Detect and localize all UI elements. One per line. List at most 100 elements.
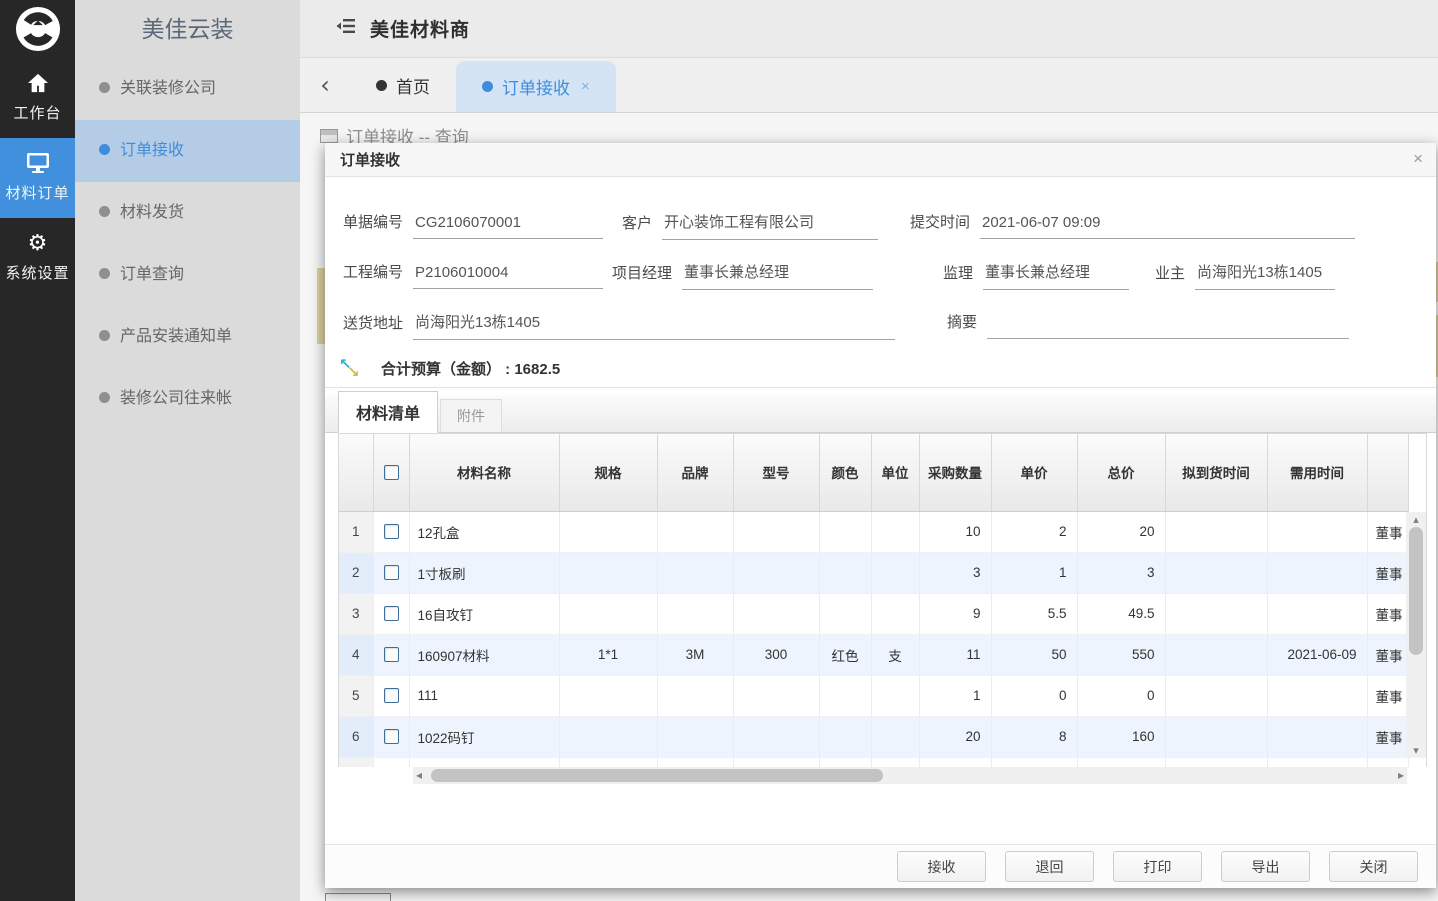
table-row[interactable]: 112孔盒10220董事 [339,511,1408,552]
budget-value: 1682.5 [514,361,560,378]
horizontal-scrollbar[interactable]: ◂ ▸ [413,767,1407,784]
rail-item-settings[interactable]: ⚙ 系统设置 [0,218,75,298]
cell-check [373,716,409,757]
table-header-row: 材料名称规格品牌型号颜色单位采购数量单价总价拟到货时间需用时间 [339,434,1408,511]
cell-name: 12孔盒 [409,511,559,552]
row-checkbox[interactable] [384,565,399,580]
sidebar-item-linked-companies[interactable]: 关联装修公司 [75,58,300,120]
cell-qty: 10 [919,511,991,552]
sidebar-item-company-account[interactable]: 装修公司往来帐 [75,368,300,430]
cell-price: 2 [991,511,1077,552]
header-name: 材料名称 [409,434,559,511]
cell-name: 16自攻钉 [409,593,559,634]
header-applicant [1367,434,1408,511]
cell-model [733,593,819,634]
close-button[interactable]: 关闭 [1329,851,1418,882]
tab-home[interactable]: 首页 [350,58,456,112]
cell-need [1267,552,1367,593]
header-need: 需用时间 [1267,434,1367,511]
summary-input[interactable] [987,331,1349,339]
scroll-left-icon[interactable]: ◂ [416,768,422,783]
rail-item-material-order[interactable]: 材料订单 [0,138,75,218]
rail-item-workbench[interactable]: 工作台 [0,58,75,138]
bullet-icon [99,206,110,217]
scroll-right-icon[interactable]: ▸ [1398,768,1404,783]
header-check [373,434,409,511]
header-brand: 品牌 [657,434,733,511]
tab-close-icon[interactable]: × [581,78,590,95]
customer-input[interactable]: 开心装饰工程有限公司 [662,211,878,240]
table-row[interactable]: 61022码钉208160董事 [339,716,1408,757]
cell-price: 50 [991,634,1077,675]
cell-unit [871,511,919,552]
export-button[interactable]: 导出 [1221,851,1310,882]
pm-input[interactable]: 董事长兼总经理 [682,261,873,290]
tab-material-list[interactable]: 材料清单 [338,391,438,433]
bullet-icon [99,392,110,403]
horizontal-scroll-thumb[interactable] [431,769,883,782]
tab-attachments[interactable]: 附件 [440,399,502,432]
cell-need [1267,716,1367,757]
field-pm: 项目经理 董事长兼总经理 [608,261,873,290]
return-button[interactable]: 退回 [1005,851,1094,882]
select-all-checkbox[interactable] [384,465,399,480]
cell-arrive [1165,757,1267,767]
sidebar-item-order-query[interactable]: 订单查询 [75,244,300,306]
print-button[interactable]: 打印 [1113,851,1202,882]
sidebar-item-material-ship[interactable]: 材料发货 [75,182,300,244]
table-row[interactable]: 4160907材料1*13M300红色支11505502021-06-09董事 [339,634,1408,675]
cell-color [819,593,871,634]
cell-check [373,511,409,552]
tab-order-receive[interactable]: 订单接收 × [456,61,616,112]
menu-fold-icon[interactable] [336,18,356,39]
cell-arrive [1165,634,1267,675]
supervisor-input[interactable]: 董事长兼总经理 [983,261,1129,290]
cell-arrive [1165,716,1267,757]
vertical-scrollbar[interactable]: ▴ ▾ [1406,512,1426,758]
cell-spec [559,716,657,757]
project-no-input[interactable]: P2106010004 [413,264,603,289]
submit-time-input[interactable]: 2021-06-07 09:09 [980,214,1355,239]
bullet-icon [99,330,110,341]
scroll-down-icon[interactable]: ▾ [1406,744,1426,757]
app-title: 美佳材料商 [370,15,470,42]
receive-button[interactable]: 接收 [897,851,986,882]
row-checkbox[interactable] [384,688,399,703]
background-partial-box [325,893,391,901]
expand-arrows-icon[interactable]: ↖ ↘ [339,357,363,379]
window-icon [320,129,338,143]
field-customer: 客户 开心装饰工程有限公司 [617,211,878,240]
budget-label: 合计预算（金额） : [381,361,510,378]
cell-check [373,552,409,593]
row-checkbox[interactable] [384,606,399,621]
cell-applicant: 董事 [1367,675,1408,716]
table-row[interactable]: 316自攻钉95.549.5董事 [339,593,1408,634]
row-checkbox[interactable] [384,729,399,744]
dialog-title: 订单接收 [340,149,400,170]
cell-brand [657,716,733,757]
cell-price: 8 [991,716,1077,757]
sidebar-item-install-notice[interactable]: 产品安装通知单 [75,306,300,368]
scroll-up-icon[interactable]: ▴ [1406,513,1426,526]
tab-bar: ‹ 首页 订单接收 × [300,58,1438,113]
cell-applicant: 董事 [1367,552,1408,593]
sidebar-item-order-receive[interactable]: 订单接收 [75,120,300,182]
table-row[interactable]: 21寸板刷313董事 [339,552,1408,593]
cell-name: 111 [409,675,559,716]
tabs-back-icon[interactable]: ‹ [300,58,350,112]
table-row[interactable]: 5111100董事 [339,675,1408,716]
docno-input[interactable]: CG2106070001 [413,214,603,239]
address-input[interactable]: 尚海阳光13栋1405 [413,311,895,340]
cell-applicant [1367,757,1408,767]
cell-total: 49.5 [1077,593,1165,634]
cell-qty: 3 [919,552,991,593]
vertical-scroll-thumb[interactable] [1409,527,1423,655]
row-checkbox[interactable] [384,524,399,539]
owner-input[interactable]: 尚海阳光13栋1405 [1195,261,1335,290]
dialog-close-icon[interactable]: × [1413,150,1423,167]
field-supervisor: 监理 董事长兼总经理 [941,261,1129,290]
table-row[interactable] [339,757,1408,767]
cell-unit: 支 [871,634,919,675]
row-checkbox[interactable] [384,647,399,662]
cell-arrive [1165,511,1267,552]
